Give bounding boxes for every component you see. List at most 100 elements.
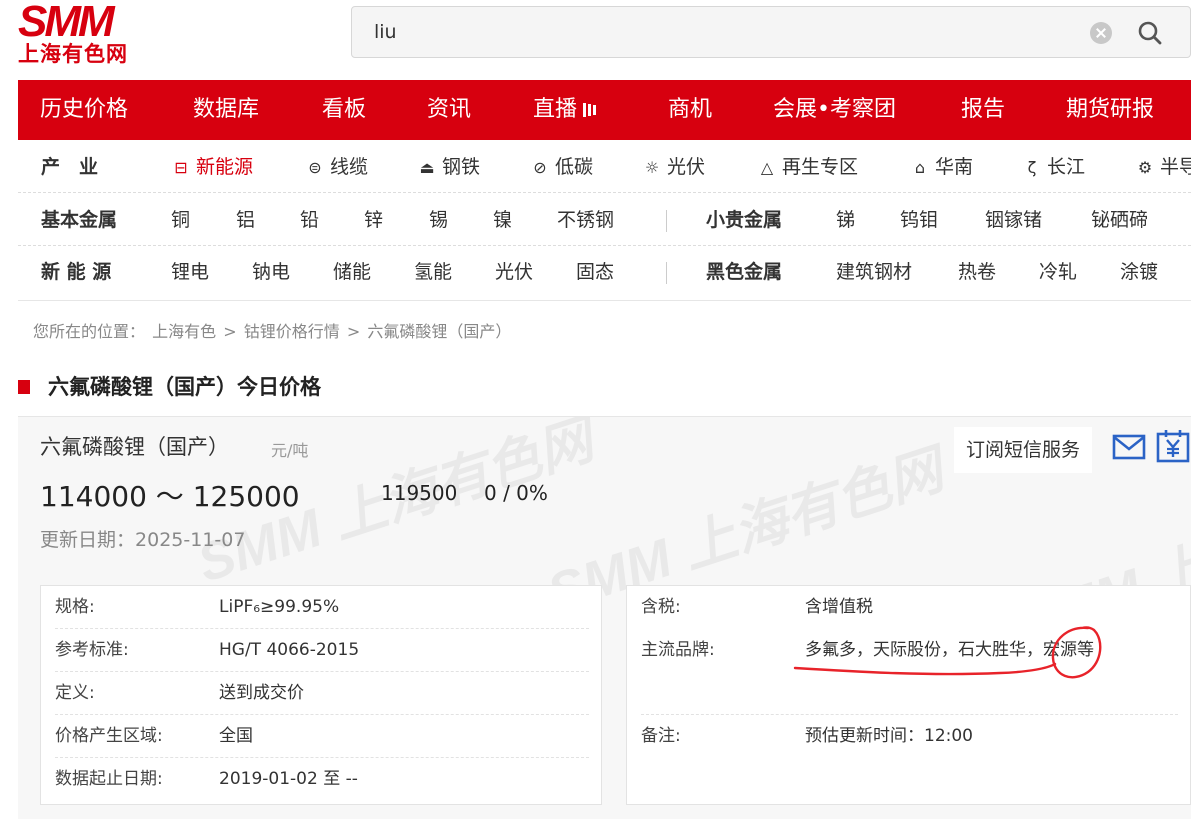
industry-yangtze[interactable]: ζ 长江 [1023, 141, 1085, 193]
group-basic-metals[interactable]: 基本金属 [41, 194, 117, 246]
cat-hot-rolled[interactable]: 热卷 [958, 246, 996, 298]
spec-key: 主流品牌: [641, 640, 715, 660]
recycle-icon: △ [760, 158, 774, 177]
nav-history-price[interactable]: 历史价格 [40, 80, 128, 140]
spec-row: 备注: 预估更新时间：12:00 [641, 715, 1178, 758]
nav-live-label: 直播 [533, 97, 578, 122]
cat-sodium-battery[interactable]: 钠电 [252, 246, 290, 298]
industry-item-label: 低碳 [555, 156, 594, 178]
clear-icon[interactable] [1090, 22, 1112, 44]
metal-zinc[interactable]: 锌 [364, 194, 383, 246]
nav-exhibition[interactable]: 会展•考察团 [773, 80, 896, 140]
page-title: 六氟磷酸锂（国产）今日价格 [48, 375, 321, 399]
industry-label: 产 业 [41, 156, 99, 178]
search-input[interactable] [374, 19, 974, 45]
breadcrumb-prefix: 您所在的位置： [33, 322, 146, 341]
industry-item-label: 线缆 [330, 156, 369, 178]
breadcrumb-cobalt-lithium[interactable]: 钴锂价格行情 [244, 322, 340, 341]
spec-card-left: 规格: LiPF₆≥99.95% 参考标准: HG/T 4066-2015 定义: 送… [40, 585, 602, 805]
breadcrumb: 您所在的位置： 上海有色 > 钴锂价格行情 > 六氟磷酸锂（国产） [33, 318, 513, 342]
main-nav: 历史价格 数据库 看板 资讯 直播 商机 会展•考察团 报告 期货研报 [18, 80, 1191, 140]
industry-new-energy[interactable]: ⊟ 新能源 [172, 141, 253, 193]
cat-energy-storage[interactable]: 储能 [333, 246, 371, 298]
group-new-energy[interactable]: 新 能 源 [41, 246, 111, 298]
breadcrumb-home[interactable]: 上海有色 [152, 322, 216, 341]
price-panel: SMM 上海有色网 SMM 上海有色网 SMM 上海有色网 六氟磷酸锂（国产） … [18, 416, 1191, 819]
divider [666, 210, 667, 232]
metal-nickel[interactable]: 镍 [493, 194, 512, 246]
divider [666, 262, 667, 284]
spec-key: 数据起止日期: [55, 769, 163, 789]
chip-icon: ⚙ [1137, 158, 1153, 177]
metal-antimony[interactable]: 锑 [836, 194, 855, 246]
metal-aluminium[interactable]: 铝 [236, 194, 255, 246]
mail-icon[interactable] [1112, 433, 1146, 461]
update-value: 2025-11-07 [135, 529, 246, 551]
spec-value: 预估更新时间：12:00 [805, 726, 973, 746]
cat-coated[interactable]: 涂镀 [1120, 246, 1158, 298]
industry-recycle[interactable]: △ 再生专区 [758, 141, 858, 193]
cat-lithium-battery[interactable]: 锂电 [171, 246, 209, 298]
spec-key: 含税: [641, 597, 681, 617]
spec-key: 备注: [641, 726, 681, 746]
nav-futures-research[interactable]: 期货研报 [1066, 80, 1154, 140]
metal-row-basic: 基本金属 铜 铝 铅 锌 锡 镍 不锈钢 小贵金属 锑 钨钼 铟镓锗 铋硒碲 [18, 194, 1191, 246]
title-marker [18, 380, 30, 394]
industry-south-china[interactable]: ⌂ 华南 [911, 141, 973, 193]
industry-photovoltaic[interactable]: ☼ 光伏 [643, 141, 705, 193]
nav-dashboard[interactable]: 看板 [322, 80, 366, 140]
metal-row-new-energy: 新 能 源 锂电 钠电 储能 氢能 光伏 固态 黑色金属 建筑钢材 热卷 冷轧 … [18, 246, 1191, 301]
logo-name: 上海有色网 [18, 42, 128, 66]
metal-tin[interactable]: 锡 [429, 194, 448, 246]
yen-calendar-icon[interactable] [1156, 429, 1190, 463]
industry-item-label: 钢铁 [442, 156, 481, 178]
spec-value-brands: 多氟多，天际股份，石大胜华，宏源等 [805, 640, 1094, 660]
nav-business[interactable]: 商机 [668, 80, 712, 140]
nav-report[interactable]: 报告 [961, 80, 1005, 140]
spec-key: 价格产生区域: [55, 726, 163, 746]
metal-indium-gallium-germanium[interactable]: 铟镓锗 [985, 194, 1042, 246]
industry-steel[interactable]: ⏏ 钢铁 [418, 141, 480, 193]
industry-item-label: 新能源 [196, 156, 254, 178]
smm-logo[interactable]: SMM 上海有色网 [18, 0, 142, 68]
product-name: 六氟磷酸锂（国产） [40, 435, 229, 459]
breadcrumb-current: 六氟磷酸锂（国产） [367, 322, 512, 341]
cat-cold-rolled[interactable]: 冷轧 [1039, 246, 1077, 298]
metal-bismuth-selenium-tellurium[interactable]: 铋硒碲 [1091, 194, 1148, 246]
group-ferrous-metals[interactable]: 黑色金属 [706, 246, 782, 298]
nav-live[interactable]: 直播 [533, 80, 598, 140]
industry-low-carbon[interactable]: ⊘ 低碳 [531, 141, 593, 193]
metal-lead[interactable]: 铅 [300, 194, 319, 246]
industry-cable[interactable]: ⊜ 线缆 [306, 141, 368, 193]
spec-value: 全国 [219, 726, 253, 746]
industry-row: 产 业 ⊟ 新能源 ⊜ 线缆 ⏏ 钢铁 ⊘ 低碳 ☼ 光伏 △ 再生专区 ⌂ 华南 ζ 长江 ⚙… [18, 141, 1191, 193]
spec-row: 含税: 含增值税 [641, 586, 1178, 629]
search-icon[interactable] [1137, 20, 1163, 46]
group-minor-precious[interactable]: 小贵金属 [706, 194, 782, 246]
nav-database[interactable]: 数据库 [193, 80, 259, 140]
map-icon: ⌂ [914, 158, 926, 177]
industry-item-label: 半导 [1160, 156, 1191, 178]
nav-news[interactable]: 资讯 [427, 80, 471, 140]
industry-semiconductor[interactable]: ⚙ 半导 [1136, 141, 1191, 193]
search-box [351, 6, 1191, 58]
cat-hydrogen[interactable]: 氢能 [414, 246, 452, 298]
spec-value: 送到成交价 [219, 683, 304, 703]
sun-icon: ☼ [644, 158, 660, 177]
cat-construction-steel[interactable]: 建筑钢材 [836, 246, 912, 298]
breadcrumb-sep: > [223, 322, 237, 341]
metal-stainless[interactable]: 不锈钢 [557, 194, 614, 246]
price-range: 114000 ～ 125000 [40, 480, 300, 513]
spec-row: 数据起止日期: 2019-01-02 至 -- [55, 758, 589, 801]
metal-tungsten-molybdenum[interactable]: 钨钼 [900, 194, 938, 246]
spec-value: LiPF₆≥99.95% [219, 597, 340, 617]
cat-solid-state[interactable]: 固态 [576, 246, 614, 298]
cat-photovoltaic[interactable]: 光伏 [495, 246, 533, 298]
spec-key: 定义: [55, 683, 95, 703]
update-label: 更新日期： [40, 529, 136, 551]
subscribe-sms-button[interactable]: 订阅短信服务 [954, 427, 1092, 473]
steel-icon: ⏏ [419, 158, 435, 177]
spec-card-right: 含税: 含增值税 主流品牌: 多氟多，天际股份，石大胜华，宏源等 备注: 预估更新时间… [626, 585, 1191, 805]
metal-copper[interactable]: 铜 [171, 194, 190, 246]
battery-icon: ⊟ [174, 158, 188, 177]
